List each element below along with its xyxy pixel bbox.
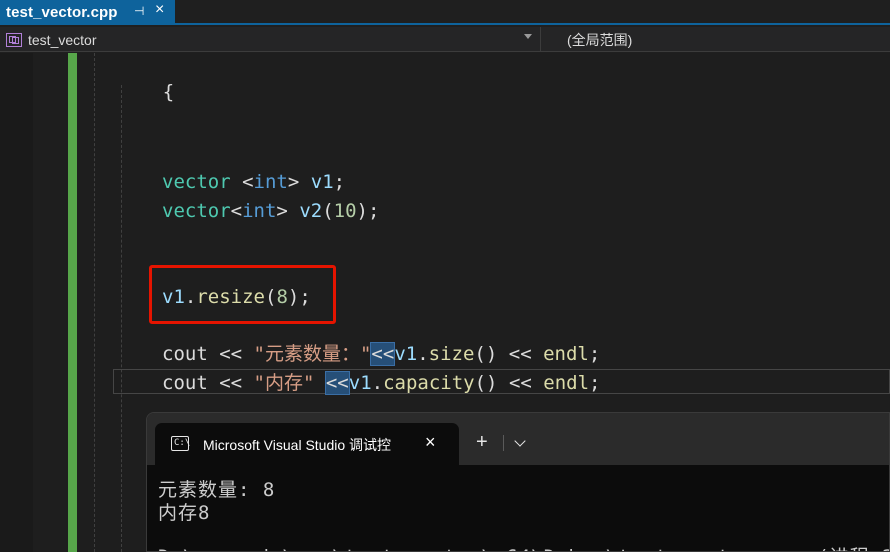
- console-tab-title: Microsoft Visual Studio 调试控: [203, 437, 392, 453]
- change-tracking-bar: [68, 53, 77, 552]
- navigation-bar: test_vector (全局范围): [0, 27, 890, 52]
- code-line-size: cout << "元素数量："<<v1.size() << endl;: [162, 342, 601, 366]
- console-line: D:\vs code\cpp\test_vector\x64\Debug\tes…: [158, 542, 889, 551]
- chevron-down-icon[interactable]: [524, 34, 532, 39]
- highlighted-operator: <<: [370, 342, 396, 366]
- project-scope-label: test_vector: [28, 31, 97, 48]
- highlighted-operator: <<: [324, 371, 350, 395]
- global-scope-label: (全局范围): [567, 31, 633, 48]
- close-icon[interactable]: ×: [155, 1, 164, 19]
- highlight-annotation-box: [149, 265, 336, 324]
- console-tab[interactable]: C:\ Microsoft Visual Studio 调试控 ×: [155, 423, 459, 465]
- global-scope-dropdown[interactable]: (全局范围): [567, 27, 632, 52]
- chevron-down-icon[interactable]: [514, 435, 526, 447]
- code-line-v1: vector <int> v1;: [162, 171, 346, 193]
- indent-guide: [94, 53, 95, 552]
- console-tab-strip: C:\ Microsoft Visual Studio 调试控 × +: [147, 413, 889, 465]
- close-icon[interactable]: ×: [425, 432, 436, 453]
- pin-icon[interactable]: ⊣: [134, 4, 144, 18]
- open-brace: {: [162, 81, 175, 103]
- tab-title: test_vector.cpp: [6, 4, 118, 21]
- project-icon: [6, 32, 22, 47]
- code-line-capacity: cout << "内存" <<v1.capacity() << endl;: [162, 371, 601, 395]
- terminal-icon: C:\: [171, 436, 190, 451]
- console-line: 内存8: [158, 502, 211, 524]
- project-scope-dropdown[interactable]: test_vector: [0, 27, 540, 52]
- document-tab-bar: test_vector.cpp ⊣ ×: [0, 0, 890, 25]
- tab-test-vector-cpp[interactable]: test_vector.cpp ⊣ ×: [0, 0, 175, 25]
- indent-guide: [121, 85, 122, 552]
- code-line-v2: vector<int> v2(10);: [162, 200, 380, 222]
- nav-divider: [540, 27, 541, 52]
- console-output[interactable]: 元素数量: 8 内存8 D:\vs code\cpp\test_vector\x…: [147, 465, 889, 551]
- editor-margin: [0, 53, 33, 552]
- debug-console-window[interactable]: C:\ Microsoft Visual Studio 调试控 × + 元素数量…: [146, 412, 890, 552]
- tab-separator: [503, 435, 504, 451]
- add-tab-icon[interactable]: +: [476, 432, 488, 452]
